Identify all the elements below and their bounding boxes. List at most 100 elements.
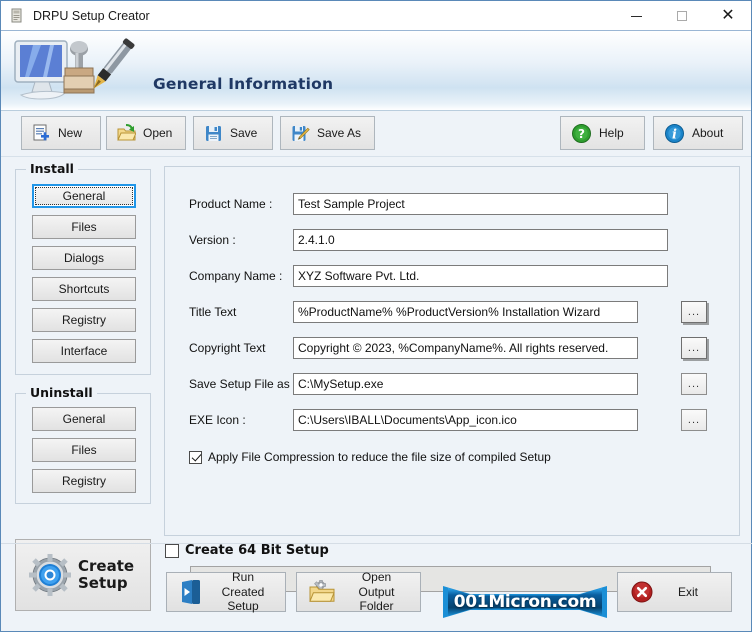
- create-setup-line2: Setup: [78, 574, 128, 592]
- install-group-title: Install: [26, 161, 78, 176]
- open-button[interactable]: Open: [106, 116, 186, 150]
- title-text-browse-button[interactable]: ...: [681, 301, 707, 323]
- exe-icon-label: EXE Icon :: [189, 413, 246, 427]
- svg-text:?: ?: [578, 127, 585, 141]
- apply-compression-checkbox[interactable]: Apply File Compression to reduce the fil…: [189, 450, 551, 464]
- exe-icon-browse-button[interactable]: ...: [681, 409, 707, 431]
- copyright-text-label: Copyright Text: [189, 341, 266, 355]
- help-button-label: Help: [599, 126, 624, 140]
- save-setup-file-label: Save Setup File as :: [189, 377, 297, 391]
- company-name-label: Company Name :: [189, 269, 283, 283]
- maximize-button[interactable]: [659, 1, 705, 31]
- field-row-version: Version :: [165, 229, 739, 251]
- sidebar-item-label: Registry: [61, 313, 106, 327]
- uninstall-group-title: Uninstall: [26, 385, 97, 400]
- sidebar-item-label: Registry: [61, 474, 106, 488]
- version-input[interactable]: [293, 229, 668, 251]
- close-button[interactable]: ✕: [705, 1, 751, 31]
- open-folder-icon: [117, 123, 136, 143]
- monitor-stamp-pen-icon: [9, 35, 149, 107]
- open-output-folder-button[interactable]: Open Output Folder: [296, 570, 421, 614]
- sidebar-item-label: Interface: [60, 344, 108, 358]
- run-created-setup-button[interactable]: Run Created Setup: [166, 570, 286, 614]
- app-icon: [9, 8, 25, 24]
- run-created-setup-label: Run Created Setup: [221, 570, 265, 614]
- about-button-label: About: [692, 126, 724, 140]
- help-button[interactable]: ? Help: [560, 116, 645, 150]
- minimize-icon: [630, 15, 642, 17]
- save-setup-file-browse-button[interactable]: ...: [681, 373, 707, 395]
- sidebar-item-label: General: [62, 412, 106, 426]
- page-header: General Information: [1, 31, 751, 111]
- title-text-input[interactable]: [293, 301, 638, 323]
- sidebar-item-install-shortcuts[interactable]: Shortcuts: [32, 277, 136, 301]
- ellipsis-icon: ...: [687, 378, 701, 390]
- create-setup-label: Create Setup: [78, 556, 135, 593]
- sidebar-item-install-general[interactable]: General: [32, 184, 136, 208]
- create-setup-button[interactable]: Create Setup: [15, 539, 151, 611]
- apply-compression-label: Apply File Compression to reduce the fil…: [208, 450, 551, 464]
- sidebar-item-label: General: [62, 189, 106, 203]
- sidebar-item-install-registry[interactable]: Registry: [32, 308, 136, 332]
- field-row-product-name: Product Name :: [165, 193, 739, 215]
- product-name-label: Product Name :: [189, 197, 273, 211]
- info-icon: i: [664, 123, 685, 144]
- field-row-save-setup-file: Save Setup File as : ...: [165, 373, 739, 395]
- sidebar-item-install-dialogs[interactable]: Dialogs: [32, 246, 136, 270]
- close-circle-icon: [630, 580, 654, 604]
- company-name-input[interactable]: [293, 265, 668, 287]
- checkbox-icon: [165, 543, 179, 558]
- open-output-folder-label: Open Output Folder: [358, 570, 395, 614]
- floppy-disk-icon: [204, 124, 223, 143]
- save-setup-file-input[interactable]: [293, 373, 638, 395]
- sidebar-item-label: Shortcuts: [58, 282, 110, 296]
- create-64bit-checkbox[interactable]: Create 64 Bit Setup: [165, 543, 329, 558]
- sidebar-item-label: Files: [71, 220, 97, 234]
- new-document-icon: [32, 124, 51, 143]
- question-mark-icon: ?: [571, 123, 592, 144]
- field-row-title-text: Title Text ...: [165, 301, 739, 323]
- brand-badge: 001Micron.com: [440, 580, 610, 624]
- copyright-text-input[interactable]: [293, 337, 638, 359]
- sidebar-item-label: Dialogs: [63, 251, 105, 265]
- field-row-company-name: Company Name :: [165, 265, 739, 287]
- sidebar-item-uninstall-registry[interactable]: Registry: [32, 469, 136, 493]
- floppy-disk-pencil-icon: [291, 124, 310, 143]
- field-row-exe-icon: EXE Icon : ...: [165, 409, 739, 431]
- ellipsis-icon: ...: [687, 414, 701, 426]
- sidebar-item-install-interface[interactable]: Interface: [32, 339, 136, 363]
- ellipsis-icon: ...: [687, 342, 701, 354]
- new-button-label: New: [58, 126, 83, 140]
- save-as-button[interactable]: Save As: [280, 116, 375, 150]
- minimize-button[interactable]: [613, 1, 659, 31]
- save-button[interactable]: Save: [193, 116, 273, 150]
- ellipsis-icon: ...: [687, 306, 701, 318]
- create-64bit-label: Create 64 Bit Setup: [185, 543, 329, 558]
- footer-divider: [1, 543, 752, 544]
- create-setup-line1: Create: [78, 556, 135, 575]
- general-information-form: Product Name : Version : Company Name : …: [164, 166, 740, 536]
- sidebar-item-install-files[interactable]: Files: [32, 215, 136, 239]
- copyright-text-browse-button[interactable]: ...: [681, 337, 707, 359]
- brand-text: 001Micron.com: [453, 592, 597, 612]
- toolbar: New Open Save Save As ? Help i About: [1, 111, 751, 157]
- checkbox-icon: [189, 450, 202, 464]
- sidebar-item-uninstall-general[interactable]: General: [32, 407, 136, 431]
- about-button[interactable]: i About: [653, 116, 743, 150]
- page-title: General Information: [153, 75, 334, 93]
- sidebar-item-label: Files: [71, 443, 97, 457]
- close-icon: ✕: [721, 7, 735, 24]
- exe-icon-input[interactable]: [293, 409, 638, 431]
- run-setup-icon: [179, 579, 203, 605]
- product-name-input[interactable]: [293, 193, 668, 215]
- open-button-label: Open: [143, 126, 173, 140]
- new-button[interactable]: New: [21, 116, 101, 150]
- exit-button-label: Exit: [678, 584, 699, 599]
- save-as-button-label: Save As: [317, 126, 362, 140]
- sidebar-item-uninstall-files[interactable]: Files: [32, 438, 136, 462]
- maximize-icon: [677, 11, 687, 21]
- uninstall-group: Uninstall General Files Registry: [15, 385, 151, 504]
- exit-button[interactable]: Exit: [617, 572, 732, 612]
- install-group: Install General Files Dialogs Shortcuts …: [15, 161, 151, 375]
- window-title: DRPU Setup Creator: [33, 8, 150, 23]
